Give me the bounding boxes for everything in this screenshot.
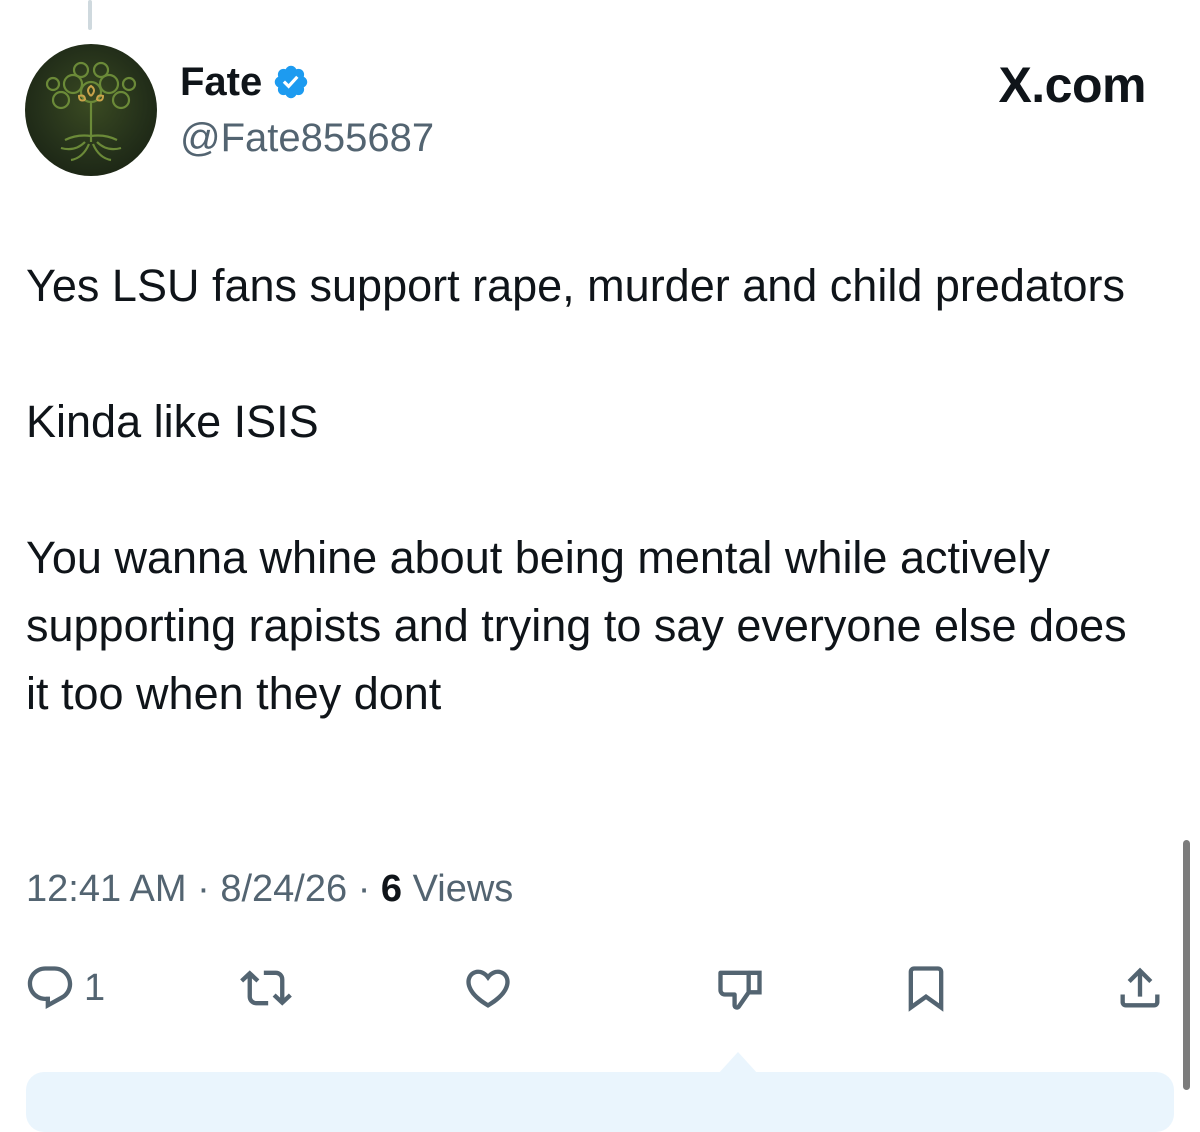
celtic-tree-avatar-image [45,61,137,162]
tweet-paragraph: You wanna whine about being mental while… [26,532,1127,719]
tweet-paragraph: Kinda like ISIS [26,396,319,447]
repost-button[interactable] [240,960,292,1016]
tweet-text: Yes LSU fans support rape, murder and ch… [26,252,1156,728]
reply-button[interactable]: 1 [24,960,105,1016]
heart-icon [466,969,510,1008]
thread-connector-line [88,0,92,30]
reply-count: 1 [84,966,106,1009]
verified-badge-icon[interactable] [272,63,310,101]
reply-icon [27,966,73,1010]
repost-icon [240,970,292,1006]
bookmark-button[interactable] [900,960,952,1016]
avatar[interactable] [25,44,157,176]
author-handle[interactable]: @Fate855687 [180,118,434,158]
share-button[interactable] [1114,960,1166,1016]
share-icon [1120,967,1160,1008]
scrollbar[interactable] [1183,840,1190,1090]
tweet-paragraph: Yes LSU fans support rape, murder and ch… [26,260,1125,311]
tweet-metadata: 12:41 AM · 8/24/26 · 6 Views [26,870,513,908]
tweet-time[interactable]: 12:41 AM [26,868,187,910]
brand-watermark: X.com [998,57,1146,113]
like-button[interactable] [462,960,514,1016]
thumbs-down-icon [718,970,762,1010]
action-bar: 1 [0,960,1200,1020]
views-count: 6 [380,868,403,910]
views-label: Views [412,868,514,910]
reply-box-pointer [718,1052,758,1074]
meta-separator: · [357,868,371,910]
meta-separator: · [197,868,210,910]
author-display-name[interactable]: Fate [180,62,262,102]
author-name-row: Fate [180,62,310,102]
bookmark-icon [908,966,944,1012]
downvote-button[interactable] [714,960,766,1016]
reply-compose-box[interactable] [26,1072,1174,1132]
tweet-date[interactable]: 8/24/26 [220,868,347,910]
